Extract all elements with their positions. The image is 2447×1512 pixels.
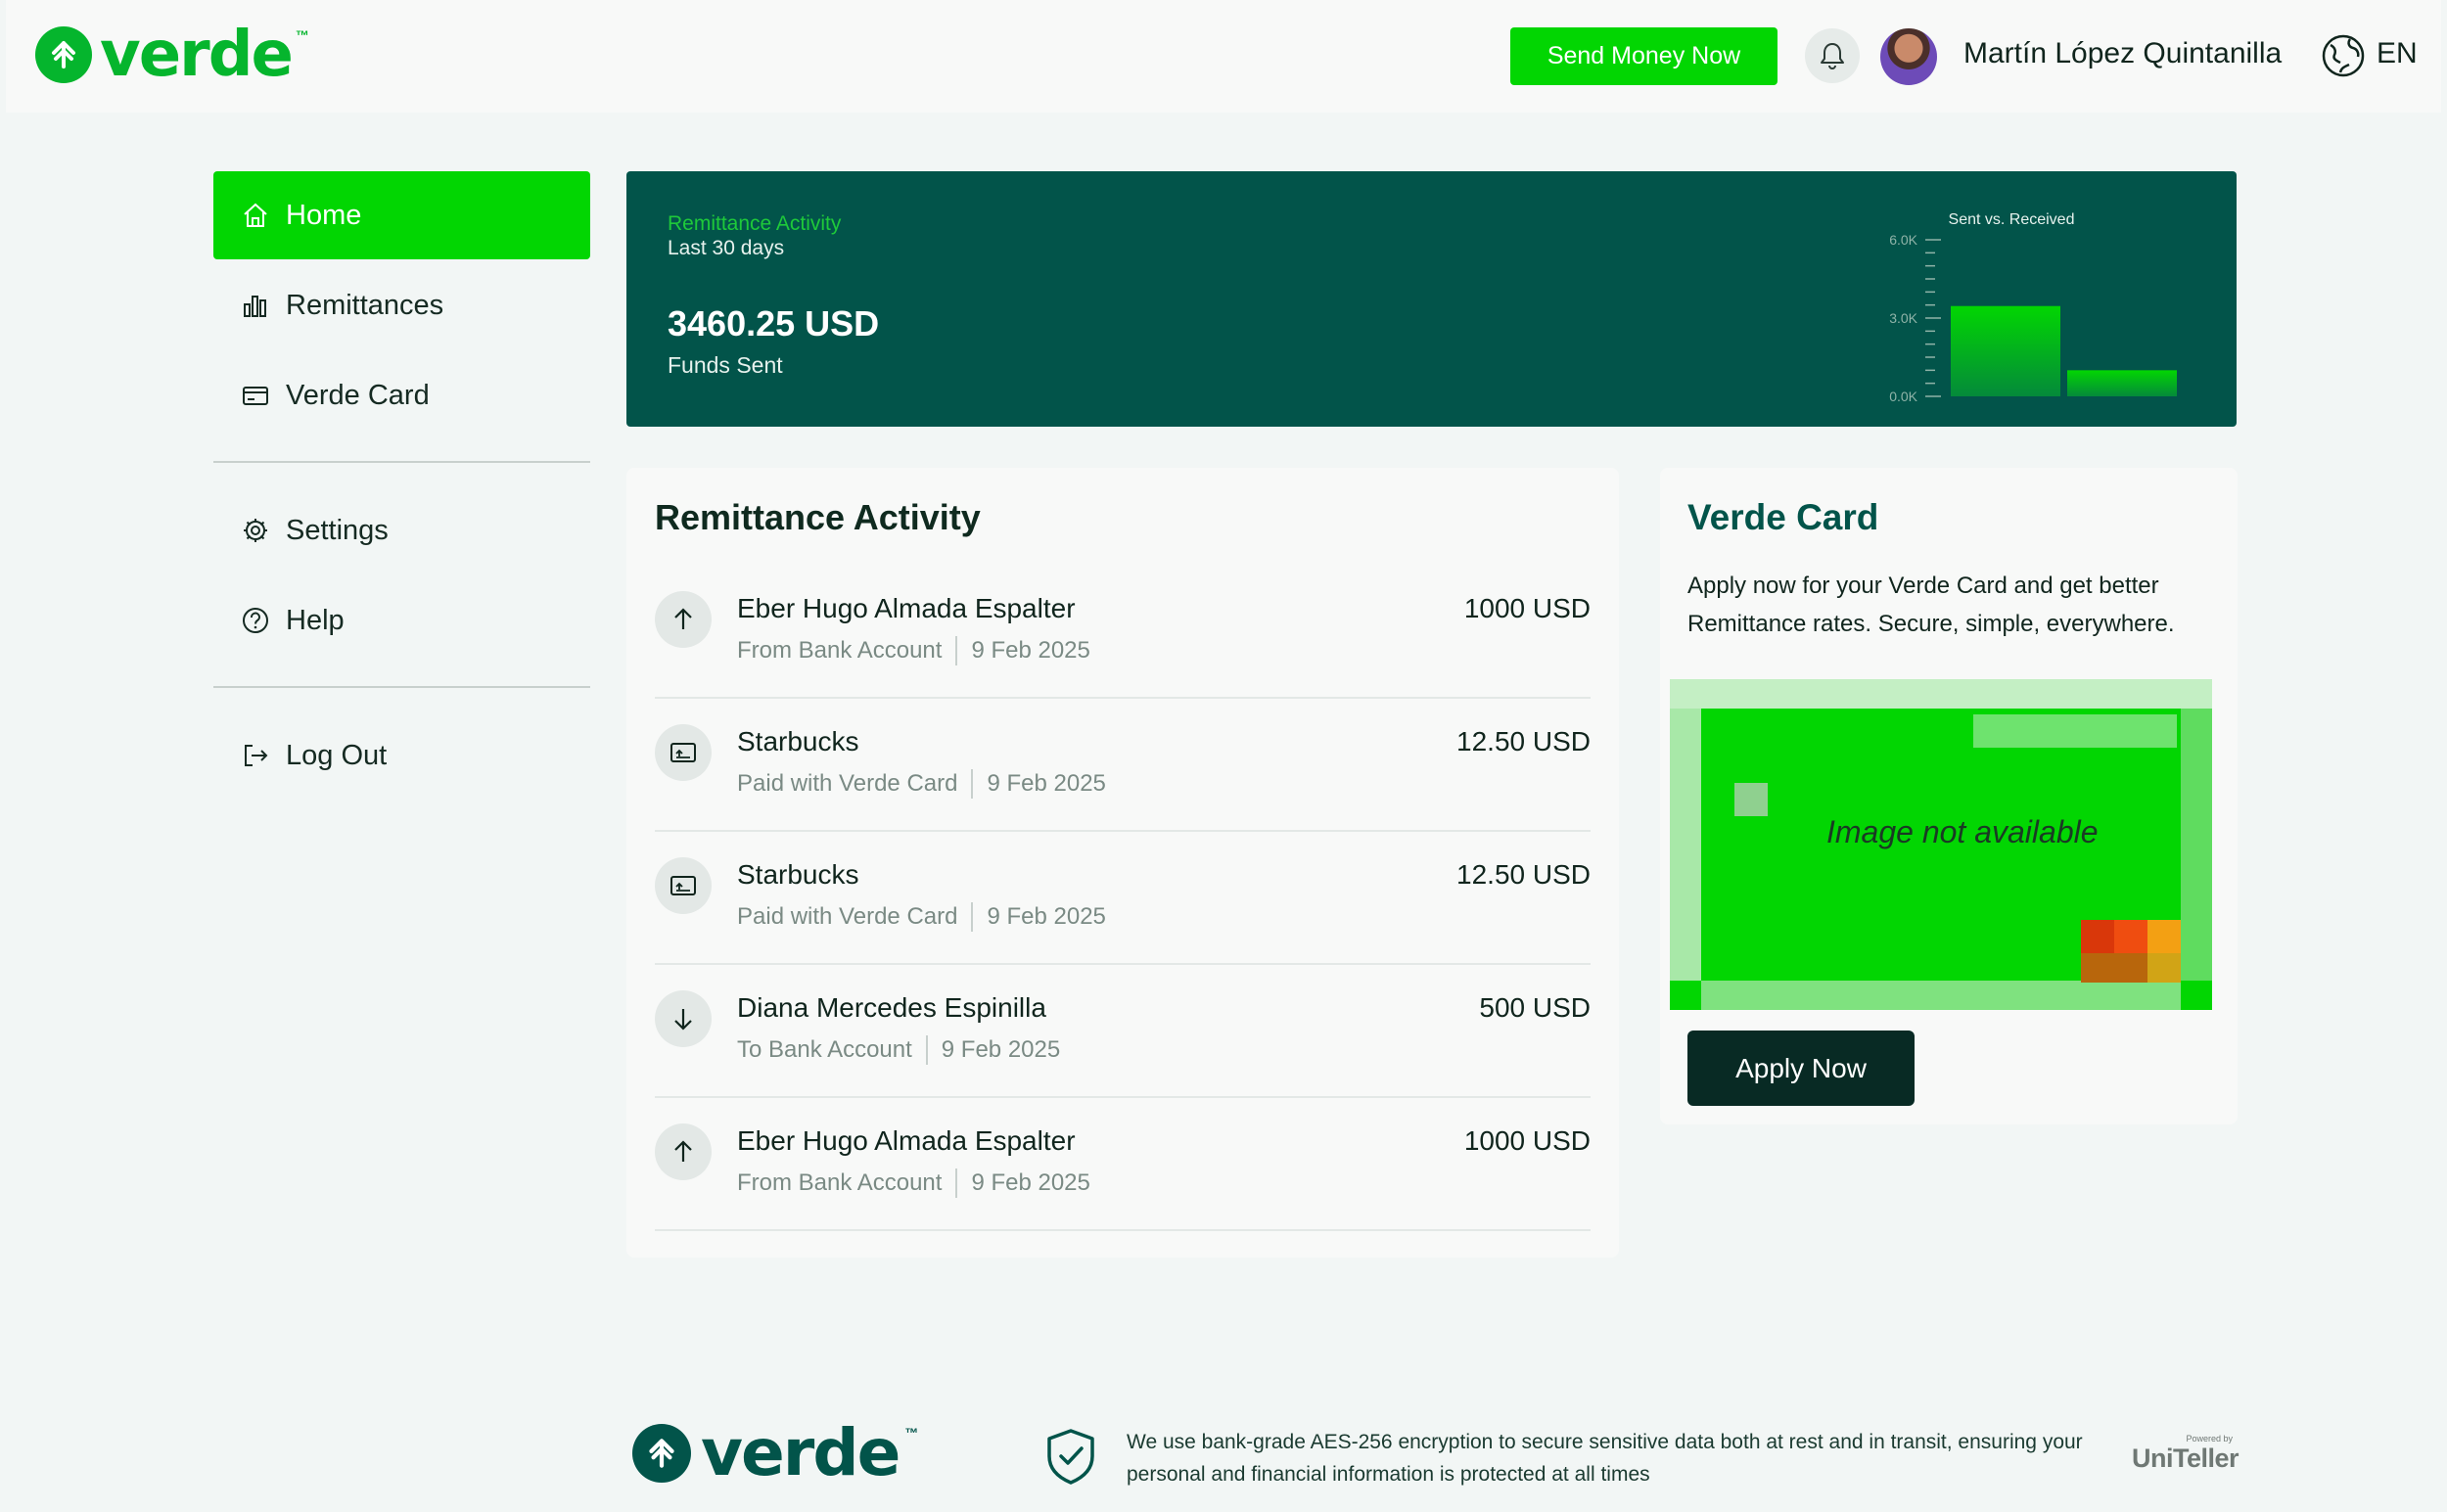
- language-selector[interactable]: EN: [2377, 37, 2418, 70]
- verde-card-title: Verde Card: [1687, 497, 1879, 537]
- verde-logo[interactable]: verde ™: [35, 23, 309, 86]
- app-frame: verde ™ Send Money Now Martín López Quin…: [6, 0, 2441, 1512]
- row-name: Starbucks: [737, 726, 859, 756]
- partner-logo: UniTeller: [2132, 1443, 2239, 1473]
- verde-card-panel: Verde Card Apply now for your Verde Card…: [1660, 468, 2238, 1124]
- arrow-down-icon: [655, 990, 712, 1047]
- sidebar-item-remittances[interactable]: Remittances: [213, 261, 590, 349]
- banner-label: Remittance Activity: [668, 212, 842, 235]
- logo-wordmark: verde: [701, 1415, 900, 1490]
- row-date: 9 Feb 2025: [971, 1169, 1090, 1196]
- sidebar-item-label: Settings: [286, 514, 389, 546]
- notifications-button[interactable]: [1805, 28, 1860, 83]
- row-date: 9 Feb 2025: [971, 637, 1090, 664]
- y-tick-label: 6.0K: [1889, 232, 1917, 248]
- security-notice: We use bank-grade AES-256 encryption to …: [1127, 1431, 2083, 1486]
- row-date: 9 Feb 2025: [941, 1036, 1061, 1063]
- list-item[interactable]: Starbucks Paid with Verde Card 9 Feb 2025…: [655, 832, 1591, 965]
- remittance-summary-banner: Remittance Activity Last 30 days 3460.25…: [626, 171, 2237, 427]
- row-meta: Paid with Verde Card 9 Feb 2025: [737, 902, 1106, 932]
- avatar[interactable]: [1880, 28, 1937, 85]
- chart-title: Sent vs. Received: [1949, 211, 2075, 228]
- activity-title: Remittance Activity: [655, 497, 981, 537]
- sidebar-item-label: Home: [286, 199, 362, 231]
- send-money-button[interactable]: Send Money Now: [1510, 27, 1778, 85]
- user-name[interactable]: Martín López Quintanilla: [1963, 37, 2282, 70]
- row-date: 9 Feb 2025: [987, 903, 1106, 930]
- row-amount: 1000 USD: [1463, 1125, 1591, 1156]
- sidebar-item-label: Log Out: [286, 739, 388, 771]
- row-amount: 12.50 USD: [1456, 859, 1591, 890]
- list-item[interactable]: Starbucks Paid with Verde Card 9 Feb 2025…: [655, 699, 1591, 832]
- sidebar-item-settings[interactable]: Settings: [213, 486, 590, 574]
- sidebar-divider: [213, 461, 590, 463]
- powered-by-label: Powered by: [2186, 1434, 2234, 1443]
- top-header: verde ™ Send Money Now Martín López Quin…: [6, 0, 2441, 113]
- verde-card-image: Image not available: [1670, 679, 2212, 1010]
- shield-check-icon: [1047, 1429, 1094, 1485]
- row-date: 9 Feb 2025: [987, 770, 1106, 797]
- globe-icon[interactable]: [2321, 33, 2366, 78]
- banner-amount: 3460.25 USD: [668, 303, 880, 344]
- footer-logo: verde ™: [632, 1421, 918, 1486]
- arrow-up-icon: [655, 591, 712, 648]
- row-meta: From Bank Account 9 Feb 2025: [737, 1168, 1090, 1198]
- row-amount: 1000 USD: [1463, 593, 1591, 623]
- y-tick-label: 3.0K: [1889, 310, 1917, 326]
- sidebar-item-logout[interactable]: Log Out: [213, 711, 590, 800]
- apply-now-button[interactable]: Apply Now: [1687, 1031, 1915, 1106]
- trademark: ™: [904, 1425, 919, 1441]
- card-payment-icon: [655, 724, 712, 781]
- bell-icon: [1821, 43, 1844, 69]
- gear-icon: [241, 516, 270, 545]
- arrow-up-icon: [655, 1123, 712, 1180]
- list-item[interactable]: Eber Hugo Almada Espalter From Bank Acco…: [655, 1098, 1591, 1231]
- row-name: Eber Hugo Almada Espalter: [737, 593, 1076, 623]
- list-item[interactable]: Eber Hugo Almada Espalter From Bank Acco…: [655, 566, 1591, 699]
- help-icon: [241, 606, 270, 635]
- sidebar-divider: [213, 686, 590, 688]
- row-source: From Bank Account: [737, 1169, 943, 1196]
- verde-card-description: Apply now for your Verde Card and get be…: [1687, 573, 2175, 637]
- sidebar-item-label: Remittances: [286, 289, 444, 321]
- row-name: Eber Hugo Almada Espalter: [737, 1125, 1076, 1156]
- logo-wordmark: verde: [100, 19, 294, 91]
- image-placeholder-text: Image not available: [1826, 814, 2099, 849]
- logo-mark-icon: [35, 26, 92, 83]
- row-source: To Bank Account: [737, 1036, 912, 1063]
- banner-caption: Funds Sent: [668, 352, 783, 378]
- sidebar-item-label: Help: [286, 604, 345, 636]
- row-meta: Paid with Verde Card 9 Feb 2025: [737, 769, 1106, 799]
- sidebar: Home Remittances Verde Card Settings Hel…: [213, 171, 590, 802]
- logo-mark-icon: [632, 1424, 691, 1483]
- home-icon: [241, 201, 270, 230]
- list-item[interactable]: Diana Mercedes Espinilla To Bank Account…: [655, 965, 1591, 1098]
- row-amount: 500 USD: [1479, 992, 1591, 1023]
- remittance-activity-panel: Remittance Activity Eber Hugo Almada Esp…: [626, 468, 1619, 1258]
- row-name: Starbucks: [737, 859, 859, 890]
- card-icon: [241, 381, 270, 410]
- row-source: Paid with Verde Card: [737, 903, 958, 930]
- row-amount: 12.50 USD: [1456, 726, 1591, 756]
- bar-chart-icon: [241, 291, 270, 320]
- y-tick-label: 0.0K: [1889, 389, 1917, 404]
- row-meta: To Bank Account 9 Feb 2025: [737, 1035, 1060, 1065]
- bar-sent: [1951, 305, 2060, 396]
- row-name: Diana Mercedes Espinilla: [737, 992, 1046, 1023]
- banner-period: Last 30 days: [668, 237, 785, 259]
- bar-received: [2067, 370, 2177, 396]
- sidebar-item-label: Verde Card: [286, 379, 430, 411]
- sent-vs-received-chart: Sent vs. Received 6.0K 3.0K 0.0K: [1889, 211, 2177, 404]
- row-meta: From Bank Account 9 Feb 2025: [737, 636, 1090, 665]
- trademark: ™: [295, 27, 309, 43]
- card-payment-icon: [655, 857, 712, 914]
- sidebar-item-home[interactable]: Home: [213, 171, 590, 259]
- row-source: From Bank Account: [737, 637, 943, 664]
- logout-icon: [241, 741, 270, 770]
- row-source: Paid with Verde Card: [737, 770, 958, 797]
- sidebar-item-verde-card[interactable]: Verde Card: [213, 351, 590, 439]
- powered-by-uniteller: Powered by UniTeller: [2132, 1434, 2239, 1474]
- sidebar-item-help[interactable]: Help: [213, 576, 590, 664]
